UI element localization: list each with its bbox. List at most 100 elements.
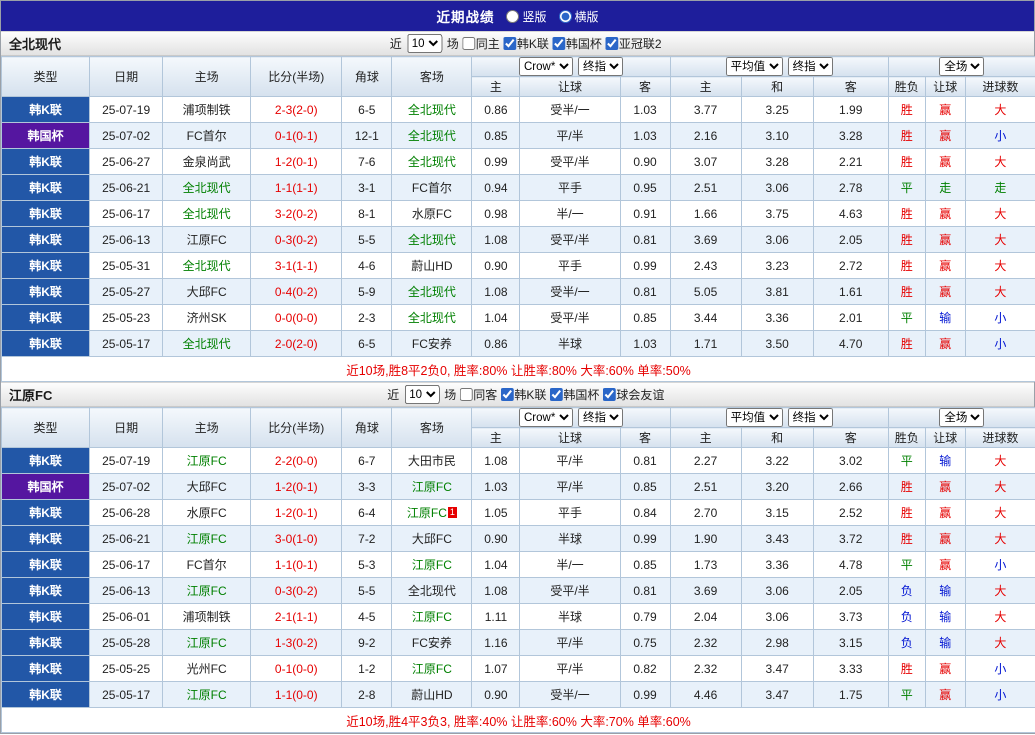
home-team-link[interactable]: FC首尔 — [187, 558, 227, 572]
home-team-cell[interactable]: 全北现代 — [163, 201, 251, 227]
away-team-link[interactable]: 全北现代 — [408, 103, 456, 117]
league-checkbox[interactable] — [552, 37, 565, 50]
home-team-link[interactable]: 金泉尚武 — [183, 155, 231, 169]
league-filter-option[interactable]: 亚冠联2 — [605, 35, 662, 52]
home-team-link[interactable]: 大邱FC — [187, 285, 227, 299]
average-select[interactable]: 平均值 — [726, 57, 783, 76]
away-team-cell[interactable]: 大田市民 — [392, 448, 472, 474]
home-team-cell[interactable]: 江原FC — [163, 448, 251, 474]
final-index-select-2[interactable]: 终指 — [788, 57, 833, 76]
league-filter-option[interactable]: 韩K联 — [500, 386, 546, 403]
home-team-link[interactable]: 光州FC — [187, 662, 227, 676]
home-team-link[interactable]: 江原FC — [187, 584, 227, 598]
away-team-cell[interactable]: 江原FC — [392, 552, 472, 578]
league-filter-option[interactable]: 球会友谊 — [602, 386, 664, 403]
away-team-cell[interactable]: 江原FC — [392, 656, 472, 682]
league-filter-option[interactable]: 韩国杯 — [549, 386, 599, 403]
away-team-link[interactable]: 江原FC — [412, 610, 452, 624]
away-team-link[interactable]: FC安养 — [412, 337, 452, 351]
home-team-link[interactable]: 江原FC — [187, 688, 227, 702]
league-checkbox[interactable] — [503, 37, 516, 50]
same-venue-checkbox[interactable] — [459, 388, 472, 401]
home-team-cell[interactable]: FC首尔 — [163, 123, 251, 149]
away-team-cell[interactable]: 大邱FC — [392, 526, 472, 552]
away-team-link[interactable]: 江原FC — [412, 558, 452, 572]
home-team-cell[interactable]: 大邱FC — [163, 279, 251, 305]
final-index-select[interactable]: 终指 — [578, 408, 623, 427]
away-team-link[interactable]: FC安养 — [412, 636, 452, 650]
away-team-cell[interactable]: 水原FC — [392, 201, 472, 227]
home-team-link[interactable]: 济州SK — [187, 311, 227, 325]
home-team-cell[interactable]: 全北现代 — [163, 331, 251, 357]
league-checkbox[interactable] — [602, 388, 615, 401]
away-team-cell[interactable]: 江原FC — [392, 604, 472, 630]
away-team-link[interactable]: 全北现代 — [408, 311, 456, 325]
home-team-link[interactable]: 江原FC — [187, 532, 227, 546]
home-team-link[interactable]: 江原FC — [187, 233, 227, 247]
home-team-cell[interactable]: 江原FC — [163, 526, 251, 552]
league-checkbox[interactable] — [605, 37, 618, 50]
home-team-cell[interactable]: 江原FC — [163, 578, 251, 604]
final-index-select-2[interactable]: 终指 — [788, 408, 833, 427]
away-team-link[interactable]: 江原FC — [412, 480, 452, 494]
bookmaker-select[interactable]: Crow* — [519, 408, 573, 427]
home-team-link[interactable]: 江原FC — [187, 636, 227, 650]
vertical-layout-radio[interactable] — [506, 10, 519, 23]
away-team-cell[interactable]: 全北现代 — [392, 123, 472, 149]
same-venue-checkbox[interactable] — [462, 37, 475, 50]
league-checkbox[interactable] — [549, 388, 562, 401]
away-team-cell[interactable]: 全北现代 — [392, 97, 472, 123]
home-team-link[interactable]: 浦项制铁 — [183, 103, 231, 117]
full-match-select[interactable]: 全场 — [939, 408, 984, 427]
home-team-link[interactable]: 全北现代 — [183, 207, 231, 221]
home-team-link[interactable]: 江原FC — [187, 454, 227, 468]
away-team-cell[interactable]: 全北现代 — [392, 279, 472, 305]
home-team-link[interactable]: 全北现代 — [183, 181, 231, 195]
home-team-cell[interactable]: 水原FC — [163, 500, 251, 526]
home-team-link[interactable]: 水原FC — [187, 506, 227, 520]
away-team-link[interactable]: 全北现代 — [408, 155, 456, 169]
away-team-cell[interactable]: 江原FC — [392, 474, 472, 500]
away-team-link[interactable]: 蔚山HD — [411, 688, 452, 702]
away-team-link[interactable]: 江原FC — [407, 506, 447, 520]
match-count-select[interactable]: 10 — [404, 385, 439, 404]
away-team-link[interactable]: 江原FC — [412, 662, 452, 676]
home-team-link[interactable]: 全北现代 — [183, 259, 231, 273]
away-team-cell[interactable]: 全北现代 — [392, 305, 472, 331]
home-team-cell[interactable]: 光州FC — [163, 656, 251, 682]
away-team-cell[interactable]: 全北现代 — [392, 578, 472, 604]
home-team-cell[interactable]: 大邱FC — [163, 474, 251, 500]
home-team-cell[interactable]: FC首尔 — [163, 552, 251, 578]
home-team-cell[interactable]: 江原FC — [163, 682, 251, 708]
away-team-cell[interactable]: FC安养 — [392, 331, 472, 357]
home-team-cell[interactable]: 金泉尚武 — [163, 149, 251, 175]
away-team-cell[interactable]: 江原FC1 — [392, 500, 472, 526]
home-team-cell[interactable]: 江原FC — [163, 227, 251, 253]
away-team-link[interactable]: 蔚山HD — [411, 259, 452, 273]
away-team-link[interactable]: 水原FC — [412, 207, 452, 221]
average-select[interactable]: 平均值 — [726, 408, 783, 427]
away-team-link[interactable]: 全北现代 — [408, 233, 456, 247]
home-team-cell[interactable]: 浦项制铁 — [163, 97, 251, 123]
home-team-link[interactable]: 大邱FC — [187, 480, 227, 494]
home-team-cell[interactable]: 浦项制铁 — [163, 604, 251, 630]
away-team-cell[interactable]: 蔚山HD — [392, 253, 472, 279]
away-team-cell[interactable]: FC安养 — [392, 630, 472, 656]
away-team-cell[interactable]: 蔚山HD — [392, 682, 472, 708]
away-team-link[interactable]: 全北现代 — [408, 285, 456, 299]
away-team-link[interactable]: 大田市民 — [408, 454, 456, 468]
away-team-link[interactable]: 大邱FC — [412, 532, 452, 546]
match-count-select[interactable]: 10 — [407, 34, 442, 53]
same-venue-option[interactable]: 同主 — [462, 35, 500, 52]
away-team-cell[interactable]: 全北现代 — [392, 227, 472, 253]
horizontal-layout-radio[interactable] — [559, 10, 572, 23]
home-team-cell[interactable]: 江原FC — [163, 630, 251, 656]
home-team-link[interactable]: FC首尔 — [187, 129, 227, 143]
layout-option-vertical[interactable]: 竖版 — [506, 8, 546, 25]
home-team-link[interactable]: 浦项制铁 — [183, 610, 231, 624]
league-checkbox[interactable] — [500, 388, 513, 401]
away-team-link[interactable]: 全北现代 — [408, 129, 456, 143]
away-team-link[interactable]: 全北现代 — [408, 584, 456, 598]
away-team-cell[interactable]: 全北现代 — [392, 149, 472, 175]
away-team-link[interactable]: FC首尔 — [412, 181, 452, 195]
